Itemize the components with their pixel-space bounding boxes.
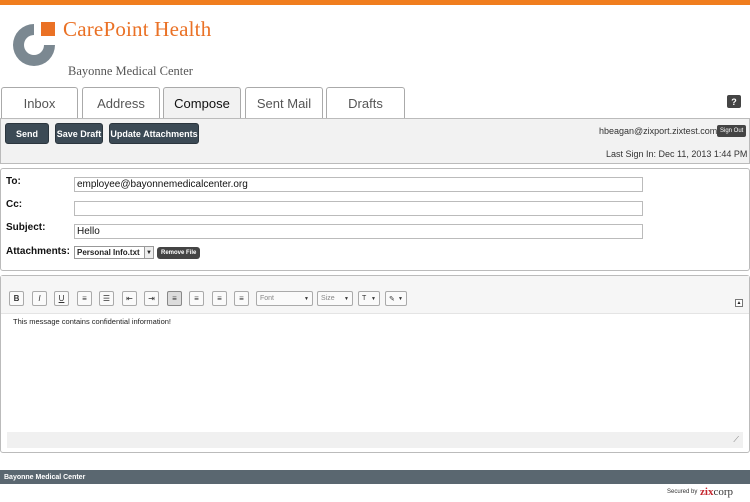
editor-toolbar: B I U ≡ ☰ ⇤ ⇥ ≡ ≡ ≡ ≡ Font ▼ Size ▼ T ▼ ✎… [1,276,749,314]
attachments-label: Attachments: [6,246,70,257]
to-label: To: [6,176,21,187]
tab-address[interactable]: Address [82,87,160,118]
text-color-icon[interactable]: T ▼ [358,291,380,306]
subject-field[interactable] [74,224,643,239]
cc-label: Cc: [6,199,23,210]
chevron-down-icon: ▼ [344,296,349,302]
italic-icon[interactable]: I [32,291,47,306]
justify-icon[interactable]: ≡ [234,291,249,306]
align-right-icon[interactable]: ≡ [212,291,227,306]
footer-bar: Bayonne Medical Center [0,470,750,484]
help-icon[interactable]: ? [727,95,741,108]
chevron-down-icon[interactable]: ▼ [144,247,153,258]
align-center-icon[interactable]: ≡ [189,291,204,306]
outdent-icon[interactable]: ⇤ [122,291,137,306]
tab-compose[interactable]: Compose [163,87,241,119]
tab-inbox[interactable]: Inbox [1,87,78,118]
message-editor: B I U ≡ ☰ ⇤ ⇥ ≡ ≡ ≡ ≡ Font ▼ Size ▼ T ▼ ✎… [0,275,750,453]
chevron-down-icon: ▼ [371,296,376,302]
tab-drafts[interactable]: Drafts [326,87,405,118]
sign-out-button[interactable]: Sign Out [717,125,747,137]
brand-subtitle: Bayonne Medical Center [68,64,193,78]
secured-by-label: Secured by [667,489,698,495]
user-email: hbeagan@zixport.zixtest.com [599,126,718,136]
update-attachments-button[interactable]: Update Attachments [109,123,199,144]
ordered-list-icon[interactable]: ≡ [77,291,92,306]
subject-label: Subject: [6,222,46,233]
to-field[interactable] [74,177,643,192]
font-select[interactable]: Font ▼ [256,291,313,306]
chevron-down-icon: ▼ [398,296,403,302]
underline-icon[interactable]: U [54,291,69,306]
resize-handle-icon[interactable]: ⟋ [733,435,739,445]
remove-file-button[interactable]: Remove File [157,247,201,259]
tab-sent-mail[interactable]: Sent Mail [245,87,323,118]
brand-name: CarePoint Health [63,17,212,41]
zixcorp-logo: zixcorp [700,486,733,498]
align-left-icon[interactable]: ≡ [167,291,182,306]
font-select-label: Font [260,295,275,302]
highlight-color-icon[interactable]: ✎ ▼ [385,291,407,306]
message-header-panel: To: Cc: Subject: Attachments: Personal I… [0,168,750,271]
compose-toolbar: Send Save Draft Update Attachments hbeag… [0,118,750,164]
indent-icon[interactable]: ⇥ [144,291,159,306]
collapse-toolbar-icon[interactable]: ▲ [735,299,743,307]
top-accent-bar [0,0,750,5]
chevron-down-icon: ▼ [304,296,309,302]
attachment-selected-value: Personal Info.txt [77,248,140,257]
cc-field[interactable] [74,201,643,216]
save-draft-button[interactable]: Save Draft [55,123,103,144]
zix-brand-suffix: corp [713,486,733,498]
last-sign-in: Last Sign In: Dec 11, 2013 1:44 PM [606,149,748,159]
bold-icon[interactable]: B [9,291,24,306]
attachment-select[interactable]: Personal Info.txt ▼ [74,246,154,259]
message-body[interactable]: This message contains confidential infor… [7,314,743,432]
editor-status-bar: ⟋ [7,432,743,448]
size-select-label: Size [321,295,335,302]
carepoint-logo-icon [13,22,55,66]
unordered-list-icon[interactable]: ☰ [99,291,114,306]
size-select[interactable]: Size ▼ [317,291,353,306]
send-button[interactable]: Send [5,123,49,144]
zix-brand: zix [700,486,714,498]
